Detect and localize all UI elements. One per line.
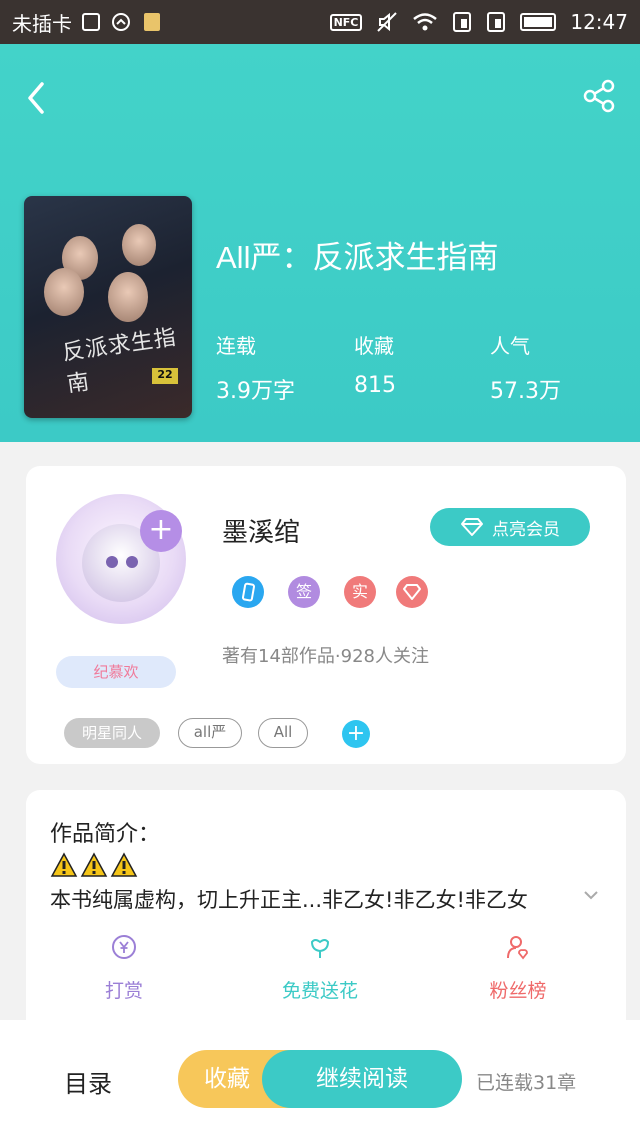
- tag-keyword[interactable]: All: [258, 718, 308, 748]
- mute-icon: [377, 12, 398, 32]
- sign-badge-icon[interactable]: 签: [288, 576, 320, 608]
- continue-reading-button[interactable]: 继续阅读: [262, 1050, 462, 1108]
- battery-icon: [520, 13, 557, 31]
- gallery-icon: [82, 13, 100, 31]
- cover-number-tag: 22: [152, 368, 178, 384]
- yuan-coin-icon: [112, 935, 136, 959]
- sim1-icon: [453, 12, 472, 32]
- sim2-icon: [487, 12, 506, 32]
- avatar-badge: 纪慕欢: [56, 656, 176, 688]
- vip-label: 点亮会员: [492, 519, 560, 540]
- stat-label: 收藏: [354, 334, 394, 358]
- chevron-down-icon[interactable]: [582, 886, 600, 904]
- diamond-icon: [461, 518, 483, 536]
- flower-label: 免费送花: [281, 980, 358, 1002]
- stat-value: 815: [354, 373, 396, 398]
- bottom-action-bar: 目录 收藏 继续阅读 已连载31章: [0, 1020, 640, 1138]
- phone-badge-icon[interactable]: [232, 576, 264, 608]
- tag-keyword[interactable]: all严: [178, 718, 242, 748]
- share-icon[interactable]: [582, 78, 618, 114]
- clock-text: 12:47: [570, 10, 628, 34]
- book-cover[interactable]: 反派求生指南 22: [24, 196, 192, 418]
- stat-favorites: 收藏 815: [354, 330, 396, 398]
- serial-status: 已连载31章: [476, 1072, 577, 1094]
- stat-value: 3.9万字: [216, 379, 295, 404]
- back-arrow-icon[interactable]: [22, 78, 52, 118]
- warning-icon: [50, 852, 78, 877]
- warning-row: [50, 852, 138, 878]
- stat-label: 连载: [216, 334, 256, 358]
- warning-icon: [110, 852, 138, 877]
- flower-icon: [310, 939, 330, 958]
- intro-text[interactable]: 本书纯属虚构，切上升正主...非乙女!非乙女!非乙女: [50, 884, 528, 914]
- author-meta: 著有14部作品·928人关注: [222, 646, 429, 667]
- vip-button[interactable]: 点亮会员: [430, 508, 590, 546]
- author-card: + 纪慕欢 墨溪绾 点亮会员 签 实 著有14部作品·928人关注 明星同人 a…: [26, 466, 626, 764]
- wifi-icon: [413, 13, 438, 31]
- intro-heading: 作品简介：: [50, 822, 161, 847]
- status-bar: 未插卡 NFC 12:47: [0, 0, 640, 44]
- fans-label: 粉丝榜: [489, 980, 547, 1002]
- real-badge-icon[interactable]: 实: [344, 576, 376, 608]
- toc-button[interactable]: 目录: [64, 1064, 112, 1099]
- stat-serial: 连载 3.9万字: [216, 330, 295, 405]
- sync-icon: [112, 13, 130, 31]
- nfc-icon: NFC: [329, 13, 363, 31]
- diamond-badge-icon[interactable]: [396, 576, 428, 608]
- carrier-text: 未插卡: [12, 11, 72, 36]
- stat-value: 57.3万: [490, 379, 561, 404]
- add-tag-icon[interactable]: +: [342, 720, 370, 748]
- cover-title-art: 反派求生指南: [61, 325, 179, 398]
- tag-genre[interactable]: 明星同人: [64, 718, 160, 748]
- author-name[interactable]: 墨溪绾: [222, 512, 300, 549]
- tip-label: 打赏: [104, 980, 143, 1002]
- stat-popularity: 人气 57.3万: [490, 330, 561, 405]
- stat-label: 人气: [490, 334, 530, 358]
- warning-icon: [80, 852, 108, 877]
- follow-plus-icon[interactable]: +: [140, 510, 182, 552]
- notes-icon: [144, 13, 160, 31]
- intro-card: 作品简介： 本书纯属虚构，切上升正主...非乙女!非乙女!非乙女 打赏 152 …: [26, 790, 626, 1050]
- book-title: All严：反派求生指南: [216, 240, 499, 275]
- fan-heart-icon: [507, 936, 528, 960]
